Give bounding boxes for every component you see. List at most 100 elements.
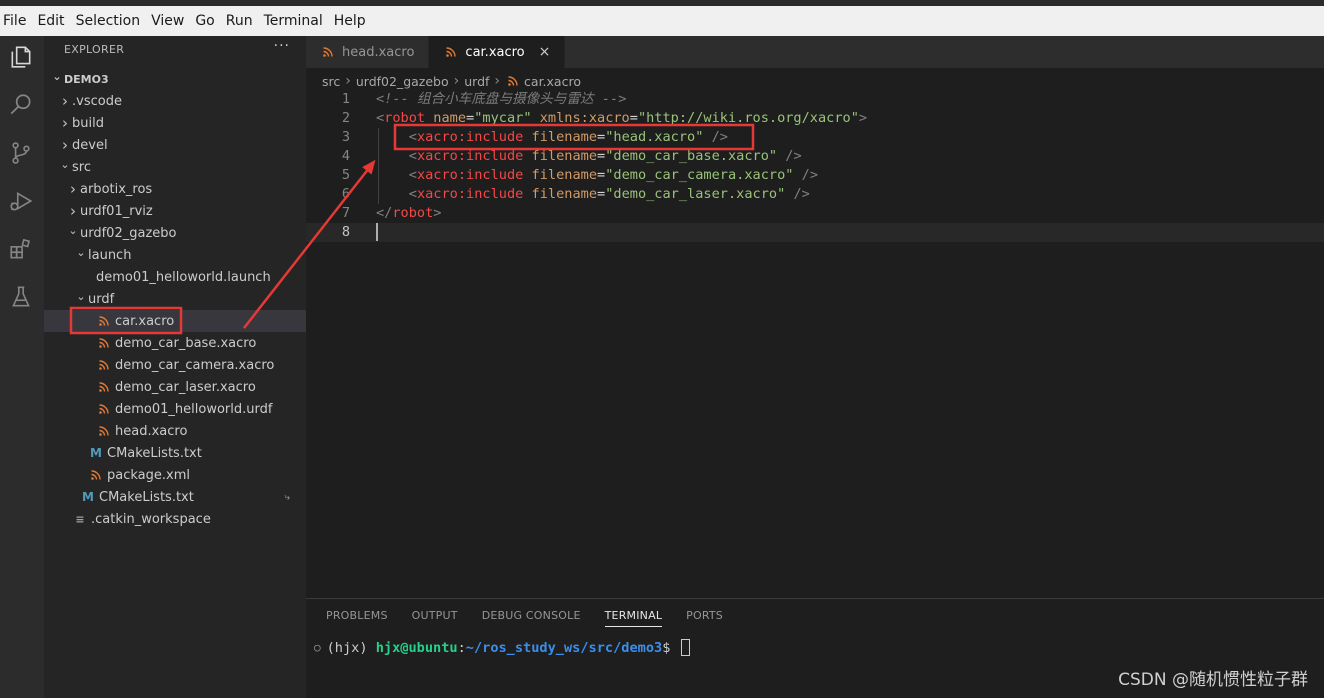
breadcrumb-item[interactable]: car.xacro xyxy=(524,74,581,89)
panel-tab-problems[interactable]: PROBLEMS xyxy=(326,609,388,627)
tree-item[interactable]: M CMakeLists.txt ⤷ xyxy=(44,486,306,508)
code-line[interactable]: 5 <xacro:include filename="demo_car_came… xyxy=(306,166,1324,185)
tree-item[interactable]: › arbotix_ros xyxy=(44,178,306,200)
code-line[interactable]: 7 </robot> xyxy=(306,204,1324,223)
cmake-file-icon: M xyxy=(90,446,102,460)
panel-tab-ports[interactable]: PORTS xyxy=(686,609,723,627)
menu-go[interactable]: Go xyxy=(195,7,221,35)
tree-item[interactable]: ⌄ urdf02_gazebo xyxy=(44,222,306,244)
close-icon[interactable]: × xyxy=(539,44,551,60)
code-token: < xyxy=(376,110,385,126)
testing-icon[interactable] xyxy=(8,284,34,310)
code-token: xacro:include xyxy=(416,129,524,145)
tree-item[interactable]: ⌄ urdf xyxy=(44,288,306,310)
code-token: robot xyxy=(384,110,426,126)
chevron-down-icon: ⌄ xyxy=(52,69,62,83)
editor-tab[interactable]: car.xacro × xyxy=(429,36,566,68)
more-actions-icon[interactable]: ··· xyxy=(274,38,290,54)
explorer-icon[interactable] xyxy=(8,44,34,70)
tree-item[interactable]: demo_car_camera.xacro xyxy=(44,354,306,376)
rss-file-icon xyxy=(96,316,112,326)
tree-item[interactable]: ⌄ launch xyxy=(44,244,306,266)
tree-item[interactable]: M CMakeLists.txt xyxy=(44,442,306,464)
menu-selection[interactable]: Selection xyxy=(76,7,148,35)
breadcrumb-item[interactable]: src xyxy=(322,74,340,89)
tree-item[interactable]: demo01_helloworld.launch xyxy=(44,266,306,288)
code-token: = xyxy=(597,167,606,183)
code-line[interactable]: 1 <!-- 组合小车底盘与摄像头与雷达 --> xyxy=(306,90,1324,109)
tree-item[interactable]: demo_car_laser.xacro xyxy=(44,376,306,398)
code-line[interactable]: 3 <xacro:include filename="head.xacro" /… xyxy=(306,128,1324,147)
bottom-panel: PROBLEMS OUTPUT DEBUG CONSOLE TERMINAL PORTS… xyxy=(306,598,1324,698)
menu-edit[interactable]: Edit xyxy=(37,7,71,35)
code-line[interactable]: 4 <xacro:include filename="demo_car_base… xyxy=(306,147,1324,166)
tree-item-label: CMakeLists.txt xyxy=(107,445,202,461)
code-token: <!-- 组合小车底盘与摄像头与雷达 --> xyxy=(376,91,627,107)
code-line[interactable]: 6 <xacro:include filename="demo_car_lase… xyxy=(306,185,1324,204)
code-text: <xacro:include filename="demo_car_base.x… xyxy=(376,147,802,166)
menu-file[interactable]: File xyxy=(3,7,33,35)
chevron-right-icon: › xyxy=(62,136,68,154)
tree-item[interactable]: head.xacro xyxy=(44,420,306,442)
tree-item-label: launch xyxy=(88,247,132,263)
tree-item[interactable]: demo_car_base.xacro xyxy=(44,332,306,354)
chevron-right-icon: › xyxy=(494,73,501,89)
breadcrumb-item[interactable]: urdf xyxy=(464,74,489,89)
menu-view[interactable]: View xyxy=(151,7,191,35)
tree-item[interactable]: car.xacro xyxy=(44,310,306,332)
menu-terminal[interactable]: Terminal xyxy=(264,7,330,35)
tree-item-label: .vscode xyxy=(72,93,122,109)
code-line[interactable]: 8 xyxy=(306,223,1324,242)
tree-item[interactable]: › urdf01_rviz xyxy=(44,200,306,222)
tree-item-label: urdf02_gazebo xyxy=(80,225,177,241)
breadcrumb: src › urdf02_gazebo › urdf › car.xacro xyxy=(322,72,581,90)
tree-item-label: devel xyxy=(72,137,108,153)
panel-tab-debug-console[interactable]: DEBUG CONSOLE xyxy=(482,609,581,627)
chevron-right-icon: › xyxy=(62,114,68,132)
tree-item[interactable]: package.xml xyxy=(44,464,306,486)
code-token: "head.xacro" xyxy=(605,129,704,145)
line-number: 4 xyxy=(341,148,350,164)
code-line[interactable]: 2 <robot name="mycar" xmlns:xacro="http:/… xyxy=(306,109,1324,128)
tree-item[interactable]: › .vscode xyxy=(44,90,306,112)
tree-item[interactable]: › build xyxy=(44,112,306,134)
watermark: CSDN @随机惯性粒子群 xyxy=(1118,670,1308,690)
tree-item-label: build xyxy=(72,115,104,131)
editor-tab[interactable]: head.xacro xyxy=(306,36,430,68)
source-control-icon[interactable] xyxy=(8,140,34,166)
run-debug-icon[interactable] xyxy=(8,188,34,214)
code-text: <robot name="mycar" xmlns:xacro="http://… xyxy=(376,109,867,128)
code-token: < xyxy=(408,148,417,164)
extensions-icon[interactable] xyxy=(8,236,34,262)
explorer-title: EXPLORER xyxy=(64,43,125,56)
code-token: </ xyxy=(376,205,393,221)
menu-run[interactable]: Run xyxy=(226,7,260,35)
rss-file-icon xyxy=(96,404,112,414)
chevron-down-icon: ⌄ xyxy=(60,157,70,171)
code-token: < xyxy=(408,167,417,183)
tree-item[interactable]: ⌄ DEMO3 xyxy=(44,68,306,90)
line-number: 7 xyxy=(341,205,350,221)
terminal-env: (hjx) xyxy=(326,639,376,656)
git-status-icon: ⤷ xyxy=(284,491,290,503)
tree-item[interactable]: ⌄ src xyxy=(44,156,306,178)
tree-item[interactable]: ≡ .catkin_workspace xyxy=(44,508,306,530)
tree-item-label: src xyxy=(72,159,91,175)
panel-tab-output[interactable]: OUTPUT xyxy=(412,609,458,627)
text-file-icon: ≡ xyxy=(75,512,85,526)
tree-item[interactable]: › devel xyxy=(44,134,306,156)
breadcrumb-item[interactable]: urdf02_gazebo xyxy=(356,74,449,89)
terminal-line[interactable]: ○ (hjx) hjx@ubuntu : ~/ros_study_ws/src/… xyxy=(314,639,690,656)
terminal-sep: : xyxy=(457,639,466,656)
panel-tab-terminal[interactable]: TERMINAL xyxy=(604,609,663,627)
search-icon[interactable] xyxy=(8,92,34,118)
menu-help[interactable]: Help xyxy=(334,7,373,35)
tree-item-label: urdf xyxy=(88,291,115,307)
tree-item[interactable]: demo01_helloworld.urdf xyxy=(44,398,306,420)
code-token: "demo_car_camera.xacro" xyxy=(605,167,794,183)
code-token: "mycar" xyxy=(474,110,532,126)
